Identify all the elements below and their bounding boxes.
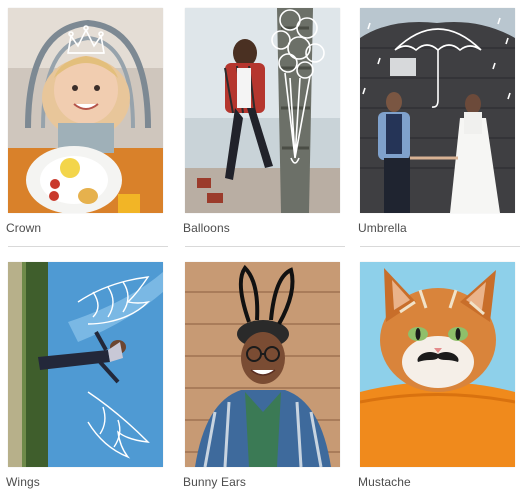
wings-photo[interactable] xyxy=(8,262,163,467)
mustache-photo[interactable] xyxy=(360,262,515,467)
card-label-wings[interactable]: Wings xyxy=(6,475,40,489)
card-divider xyxy=(360,246,520,247)
card-label-bunny-ears[interactable]: Bunny Ears xyxy=(183,475,246,489)
card-divider xyxy=(8,246,168,247)
card-label-umbrella[interactable]: Umbrella xyxy=(358,221,407,235)
card-label-crown[interactable]: Crown xyxy=(6,221,41,235)
card-label-mustache[interactable]: Mustache xyxy=(358,475,411,489)
umbrella-photo[interactable] xyxy=(360,8,515,213)
bunny-ears-photo[interactable] xyxy=(185,262,340,467)
card-divider xyxy=(185,246,345,247)
balloons-photo[interactable] xyxy=(185,8,340,213)
card-label-balloons[interactable]: Balloons xyxy=(183,221,230,235)
crown-photo[interactable] xyxy=(8,8,163,213)
